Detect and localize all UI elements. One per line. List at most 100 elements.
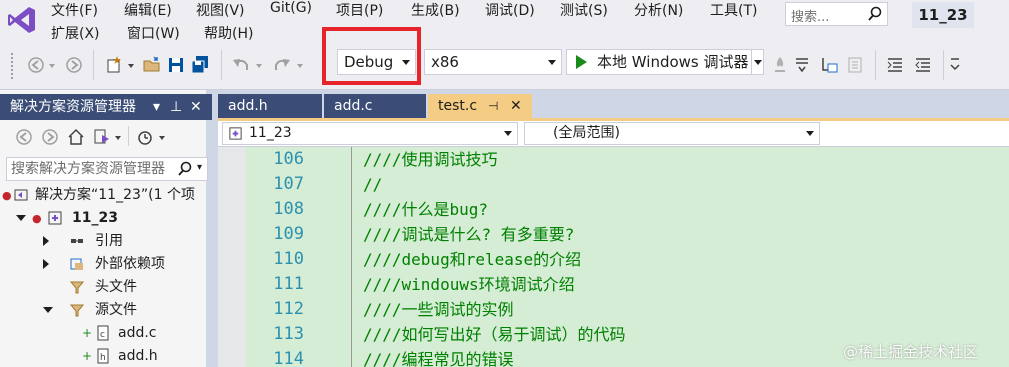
menu-bar: 文件(F) 编辑(E) 视图(V) Git(G) 项目(P) 生成(B) 调试(… bbox=[0, 0, 1009, 44]
back-dropdown-icon[interactable] bbox=[47, 55, 57, 75]
outdent-icon[interactable] bbox=[885, 55, 905, 75]
menu-analyze[interactable]: 分析(N) bbox=[634, 0, 683, 20]
play-icon bbox=[576, 55, 587, 69]
undo-icon[interactable] bbox=[231, 55, 251, 75]
menu-file[interactable]: 文件(F) bbox=[51, 0, 98, 20]
line-number: 113 bbox=[273, 324, 304, 344]
menu-help[interactable]: 帮助(H) bbox=[204, 23, 253, 43]
tree-item-label: 源文件 bbox=[95, 302, 137, 318]
menu-edit[interactable]: 编辑(E) bbox=[124, 0, 172, 20]
filter-folder-icon bbox=[69, 304, 85, 317]
toolbar-overflow-icon[interactable] bbox=[948, 55, 962, 75]
code-line[interactable]: ////使用调试技巧 bbox=[363, 147, 498, 172]
debug-target-dropdown[interactable] bbox=[752, 49, 764, 75]
menu-window[interactable]: 窗口(W) bbox=[127, 23, 180, 43]
redo-icon[interactable] bbox=[272, 55, 292, 75]
code-line[interactable]: ////如何写出好（易于调试）的代码 bbox=[363, 322, 626, 347]
tree-item-label: add.h bbox=[118, 348, 158, 364]
filter-dropdown-icon[interactable] bbox=[157, 127, 167, 147]
code-line[interactable]: ////调试是什么? 有多重要? bbox=[363, 222, 574, 247]
filter-folder-icon bbox=[69, 281, 85, 294]
code-line[interactable]: ////什么是bug? bbox=[363, 197, 488, 222]
solution-platform-select[interactable]: x86 bbox=[424, 49, 562, 75]
menu-project[interactable]: 项目(P) bbox=[336, 0, 383, 20]
scope-select-value: (全局范围) bbox=[553, 125, 620, 141]
collapsed-arrow-icon[interactable] bbox=[43, 236, 49, 246]
search-icon[interactable] bbox=[177, 161, 193, 177]
tree-item-label: 解决方案“11_23”(1 个项 bbox=[35, 187, 195, 203]
back-icon[interactable] bbox=[26, 55, 46, 75]
save-icon[interactable] bbox=[166, 55, 186, 75]
breakpoint-window-icon[interactable] bbox=[820, 55, 840, 75]
open-folder-icon[interactable] bbox=[142, 55, 162, 75]
line-number: 107 bbox=[273, 174, 304, 194]
back-icon[interactable] bbox=[14, 127, 34, 147]
h-file-icon: h bbox=[97, 348, 109, 364]
solution-explorer-search-placeholder: 搜索解决方案资源管理器 bbox=[11, 161, 165, 177]
step-icon[interactable] bbox=[792, 55, 812, 75]
outlining-guide bbox=[351, 147, 352, 367]
pin-icon[interactable]: ⊥ bbox=[170, 94, 182, 120]
save-all-icon[interactable] bbox=[190, 55, 210, 75]
tab-test-c[interactable]: test.c ⊣ ✕ bbox=[428, 94, 532, 118]
panel-dropdown-icon[interactable]: ▾ bbox=[153, 94, 160, 120]
status-dot-icon: ● bbox=[32, 212, 42, 225]
cpp-project-icon bbox=[229, 127, 242, 140]
scope-select[interactable]: (全局范围) bbox=[524, 122, 820, 145]
external-dependencies-icon bbox=[70, 258, 83, 270]
expanded-arrow-icon[interactable] bbox=[43, 307, 53, 313]
code-line[interactable]: ////编程常见的错误 bbox=[363, 347, 514, 367]
menu-tools[interactable]: 工具(T) bbox=[710, 0, 757, 20]
code-line[interactable]: ////windouws环境调试介绍 bbox=[363, 272, 575, 297]
references-icon bbox=[71, 239, 83, 243]
code-line[interactable]: ////一些调试的实例 bbox=[363, 297, 514, 322]
tree-item-label: 头文件 bbox=[95, 279, 137, 295]
forward-icon[interactable] bbox=[40, 127, 60, 147]
undo-dropdown-icon[interactable] bbox=[254, 55, 264, 75]
pin-icon[interactable]: ⊣ bbox=[488, 94, 498, 118]
tree-item-label: add.c bbox=[118, 325, 157, 341]
forward-icon[interactable] bbox=[64, 55, 84, 75]
close-icon[interactable]: ✕ bbox=[190, 94, 202, 120]
tab-add-h[interactable]: add.h bbox=[218, 94, 322, 118]
added-plus-icon: + bbox=[82, 326, 93, 340]
find-in-files-icon[interactable] bbox=[846, 55, 866, 75]
project-select[interactable]: 11_23 bbox=[222, 122, 518, 145]
home-icon[interactable] bbox=[66, 127, 86, 147]
solution-name-badge: 11_23 bbox=[912, 2, 974, 28]
svg-text:c: c bbox=[100, 330, 105, 340]
search-options-icon[interactable]: ▾ bbox=[197, 162, 202, 173]
toolbar-grip[interactable] bbox=[10, 52, 14, 80]
search-icon[interactable] bbox=[867, 6, 883, 22]
code-line[interactable]: // bbox=[363, 172, 382, 197]
line-number: 106 bbox=[273, 149, 304, 169]
start-debugging-button[interactable]: 本地 Windows 调试器 bbox=[566, 49, 752, 75]
close-icon[interactable]: ✕ bbox=[510, 94, 522, 118]
menu-debug[interactable]: 调试(D) bbox=[485, 0, 535, 20]
toolbar-separator bbox=[221, 50, 222, 80]
collapsed-arrow-icon[interactable] bbox=[43, 259, 49, 269]
switch-views-icon[interactable] bbox=[92, 127, 112, 147]
views-dropdown-icon[interactable] bbox=[113, 127, 123, 147]
redo-dropdown-icon[interactable] bbox=[295, 55, 305, 75]
indicator-margin[interactable] bbox=[218, 147, 246, 367]
new-project-icon[interactable] bbox=[104, 55, 124, 75]
indent-icon[interactable] bbox=[913, 55, 933, 75]
menu-git[interactable]: Git(G) bbox=[270, 0, 312, 16]
code-line[interactable]: ////debug和release的介绍 bbox=[363, 247, 581, 272]
search-input[interactable]: 搜索... bbox=[785, 2, 888, 26]
expanded-arrow-icon[interactable] bbox=[16, 215, 26, 221]
project-select-value: 11_23 bbox=[249, 125, 292, 141]
solution-explorer-toolbar bbox=[0, 120, 206, 150]
start-debugging-label: 本地 Windows 调试器 bbox=[597, 53, 749, 71]
tab-add-c[interactable]: add.c bbox=[324, 94, 426, 118]
hot-reload-icon[interactable] bbox=[770, 55, 790, 75]
menu-test[interactable]: 测试(S) bbox=[560, 0, 608, 20]
code-editor[interactable]: 106 ////使用调试技巧 107 // 108 ////什么是bug? 10… bbox=[218, 147, 1009, 367]
menu-extensions[interactable]: 扩展(X) bbox=[51, 23, 100, 43]
new-dropdown-icon[interactable] bbox=[126, 55, 136, 75]
line-number: 114 bbox=[273, 349, 304, 367]
pending-changes-filter-icon[interactable] bbox=[135, 127, 155, 147]
menu-view[interactable]: 视图(V) bbox=[196, 0, 245, 20]
menu-build[interactable]: 生成(B) bbox=[411, 0, 460, 20]
